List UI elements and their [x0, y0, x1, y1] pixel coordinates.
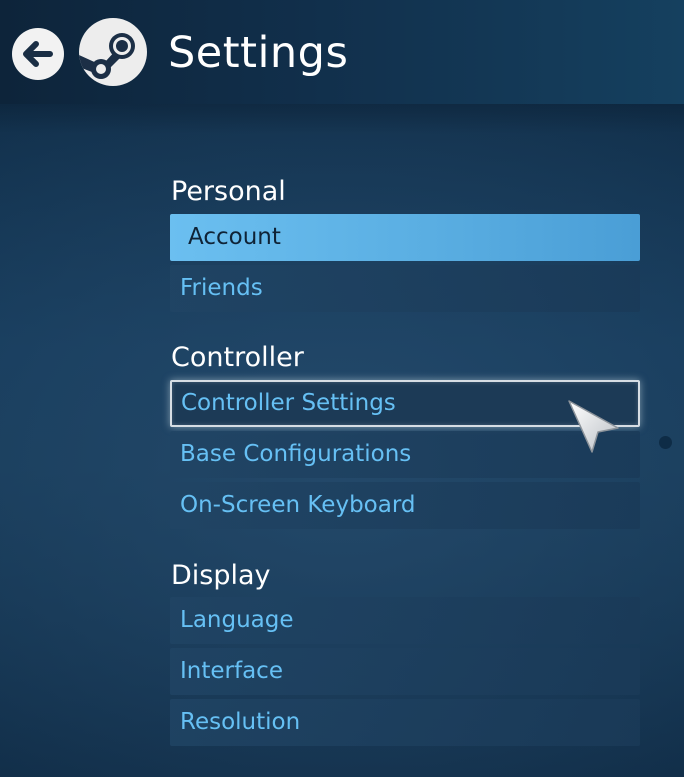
mouse-cursor-icon [568, 400, 619, 453]
scroll-indicator-dot [659, 436, 672, 449]
menu-item-friends[interactable]: Friends [170, 265, 640, 312]
page-title: Settings [168, 28, 349, 78]
top-bar-shadow [0, 104, 684, 134]
section-heading-personal: Personal [171, 176, 286, 207]
menu-item-account[interactable]: Account [170, 214, 640, 261]
back-button[interactable] [12, 28, 64, 80]
menu-item-on-screen-keyboard[interactable]: On-Screen Keyboard [170, 482, 640, 529]
menu-item-language[interactable]: Language [170, 597, 640, 644]
menu-item-resolution[interactable]: Resolution [170, 699, 640, 746]
steam-logo-icon [79, 18, 147, 86]
section-heading-controller: Controller [171, 342, 304, 373]
menu-item-interface[interactable]: Interface [170, 648, 640, 695]
section-heading-display: Display [171, 560, 271, 591]
back-arrow-icon [23, 41, 53, 67]
